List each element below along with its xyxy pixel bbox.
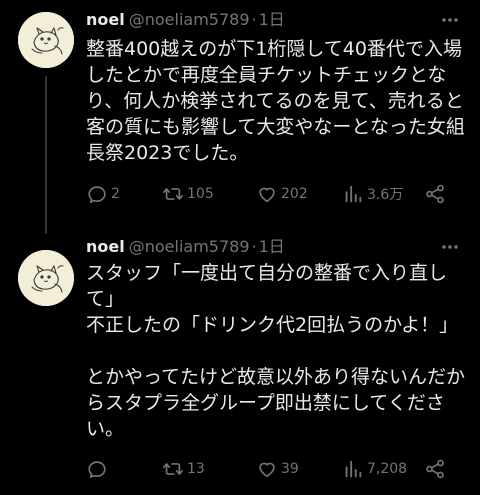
header-separator: · <box>251 237 257 256</box>
reply-icon <box>88 461 106 478</box>
like-button[interactable]: 39 <box>256 457 299 481</box>
reply-button[interactable]: 2 <box>86 182 120 206</box>
reply-count: 2 <box>111 186 120 202</box>
share-button[interactable] <box>424 182 446 206</box>
retweet-count: 13 <box>187 461 205 477</box>
author-name[interactable]: noel <box>86 237 125 256</box>
like-count: 202 <box>281 186 308 202</box>
thread-connector-line <box>45 76 47 234</box>
avatar[interactable] <box>18 12 74 68</box>
tweet[interactable]: noel @noeliam5789 · 1日 整番400越えのが下1桁隠して40番代で… <box>0 0 480 234</box>
share-button[interactable] <box>424 457 446 481</box>
timestamp[interactable]: 1日 <box>259 237 285 256</box>
more-horizontal-icon <box>442 245 458 249</box>
timestamp[interactable]: 1日 <box>259 10 285 29</box>
share-icon <box>426 184 444 204</box>
views-count: 3.6万 <box>367 187 404 203</box>
views-bar-icon <box>345 460 362 478</box>
header-separator: · <box>251 10 257 29</box>
views-count: 7,208 <box>367 461 408 477</box>
views-button[interactable]: 3.6万 <box>342 182 403 206</box>
views-button[interactable]: 7,208 <box>342 457 407 481</box>
views-bar-icon <box>345 185 362 203</box>
tweet-text: スタッフ「一度出て自分の整番で入り直して」 不正したの「ドリンク代2回払うのかよ… <box>86 262 466 440</box>
reply-button[interactable] <box>86 457 111 481</box>
tweet[interactable]: noel @noeliam5789 · 1日 スタッフ「一度出て自分の整番で入り直して… <box>0 232 480 495</box>
more-horizontal-icon <box>442 18 458 22</box>
like-button[interactable]: 202 <box>256 182 308 206</box>
like-count: 39 <box>281 461 299 477</box>
retweet-button[interactable]: 13 <box>162 457 205 481</box>
tweet-header: noel @noeliam5789 · 1日 <box>86 9 285 31</box>
more-options-button[interactable] <box>440 10 460 30</box>
author-name[interactable]: noel <box>86 10 125 29</box>
retweet-count: 105 <box>187 186 214 202</box>
heart-icon <box>259 187 275 203</box>
cat-doodle-avatar-icon <box>18 12 74 68</box>
more-options-button[interactable] <box>440 237 460 257</box>
cat-doodle-avatar-icon <box>18 250 74 306</box>
author-handle[interactable]: @noeliam5789 <box>129 10 250 29</box>
avatar[interactable] <box>18 250 74 306</box>
author-handle[interactable]: @noeliam5789 <box>129 237 250 256</box>
tweet-header: noel @noeliam5789 · 1日 <box>86 236 285 258</box>
action-bar: 2 105 202 3.6万 <box>86 182 458 206</box>
reply-icon <box>88 186 106 203</box>
tweet-text: 整番400越えのが下1桁隠して40番代で入場したとかで再度全員チケットチェックと… <box>86 38 465 164</box>
share-icon <box>426 459 444 479</box>
action-bar: 13 39 7,208 <box>86 457 458 481</box>
heart-icon <box>259 462 275 478</box>
retweet-icon <box>163 188 183 200</box>
retweet-icon <box>163 463 183 475</box>
retweet-button[interactable]: 105 <box>162 182 214 206</box>
